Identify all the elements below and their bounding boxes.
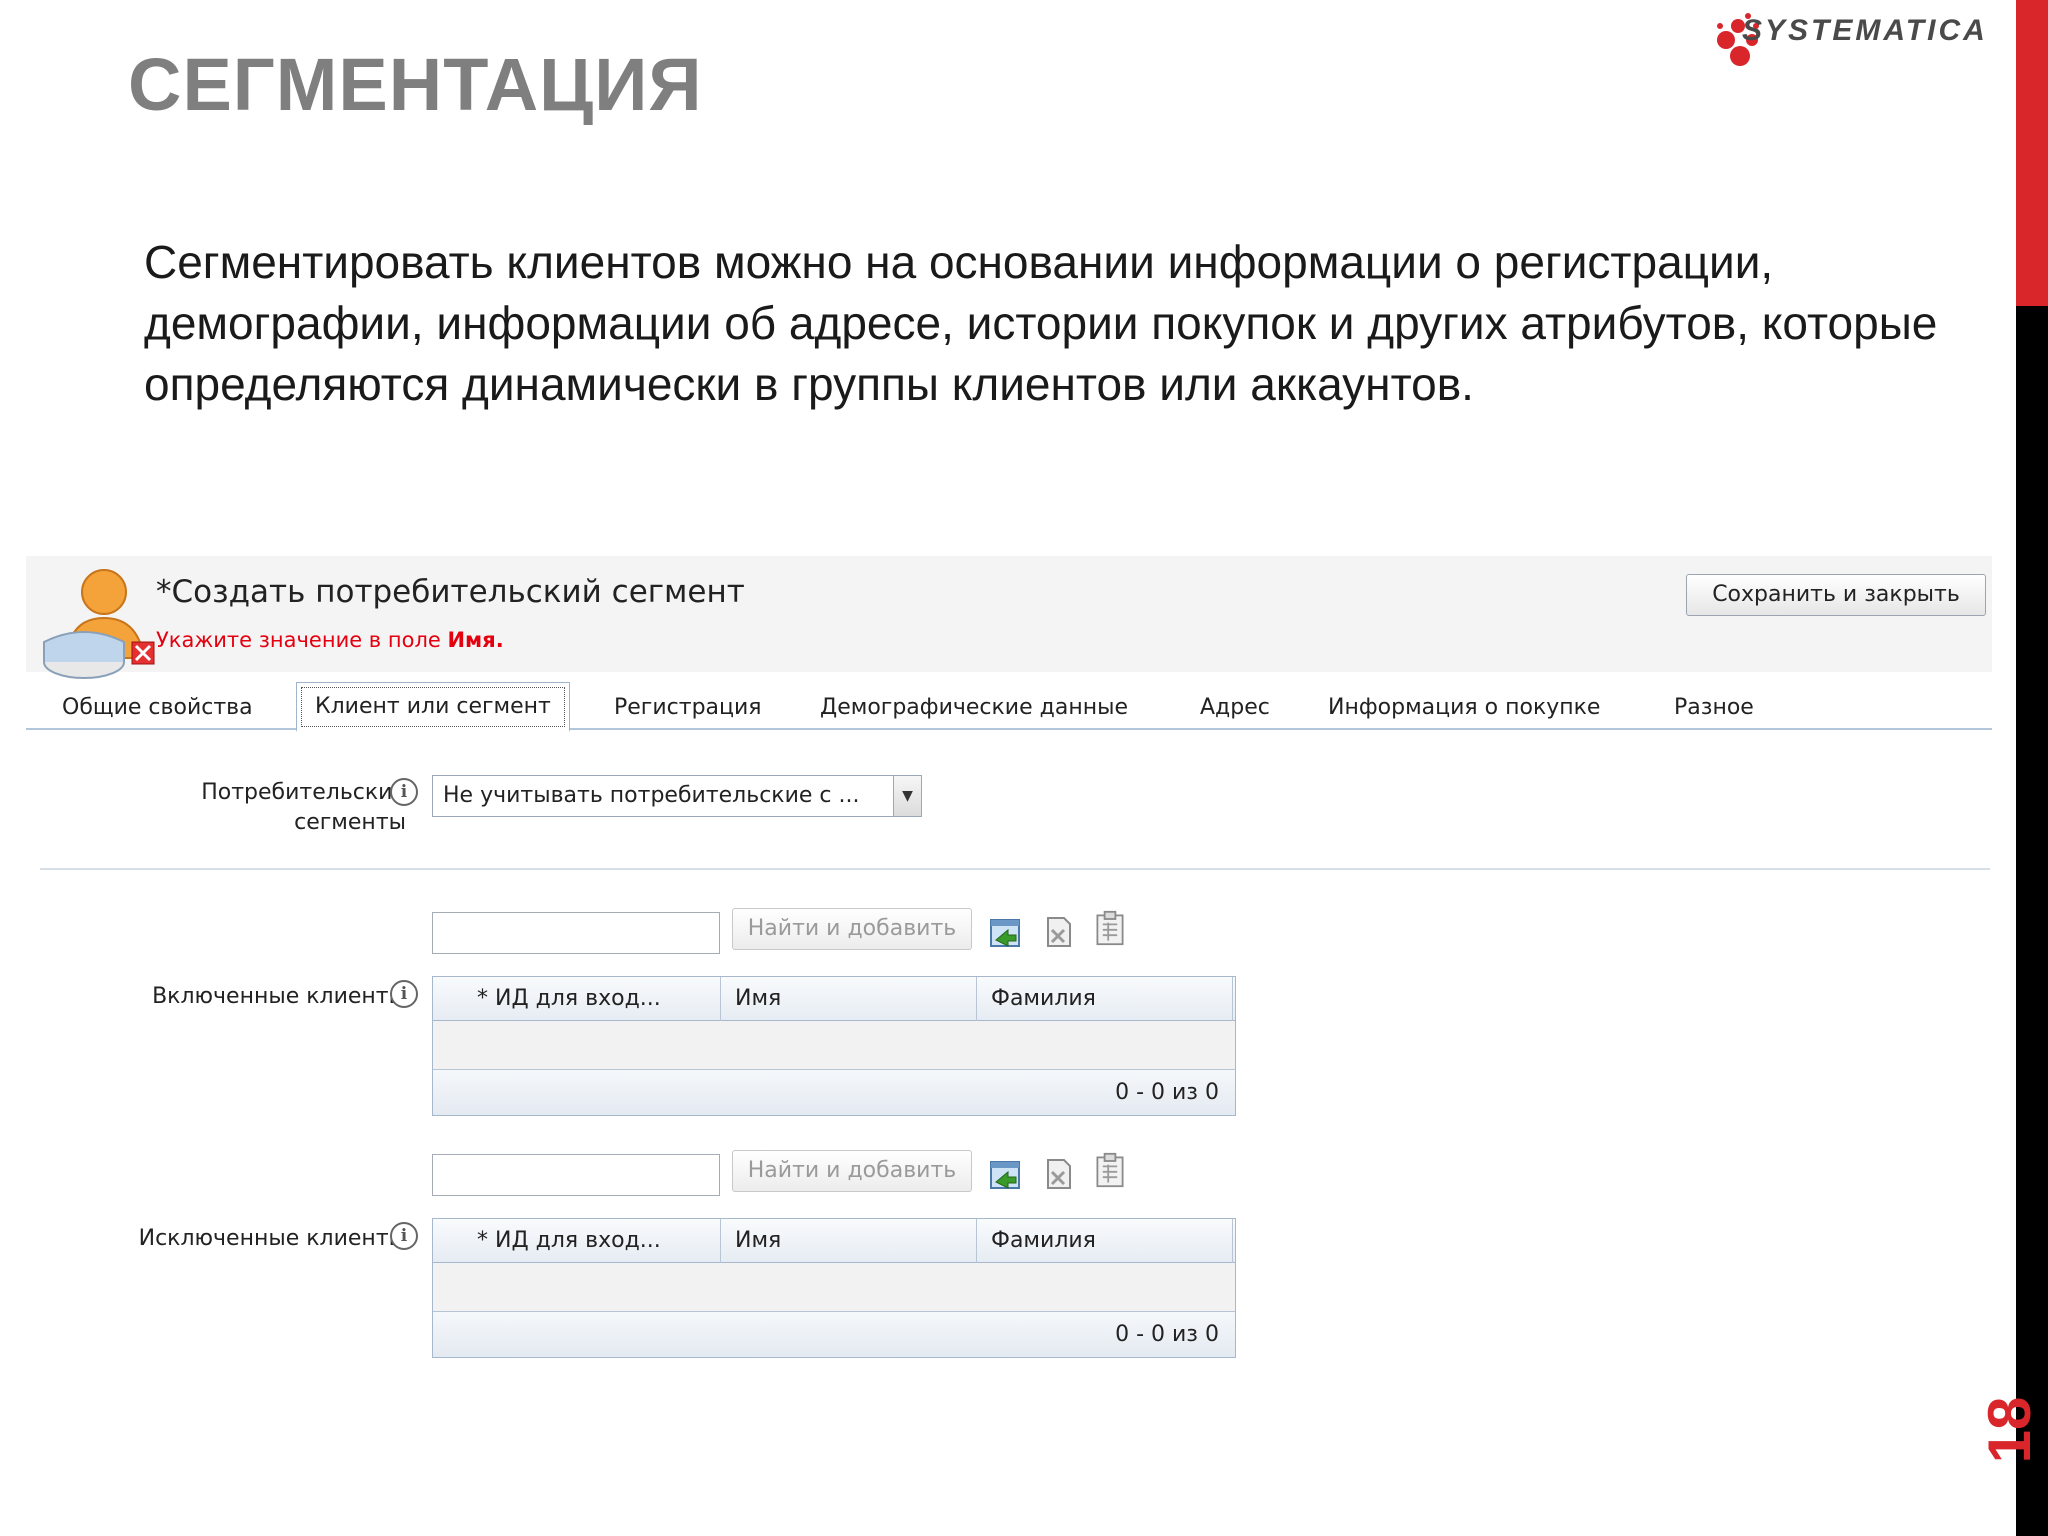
column-header-last-name[interactable]: Фамилия [977,977,1233,1021]
excluded-find-add-button[interactable]: Найти и добавить [732,1150,972,1192]
tab-customer-or-segment[interactable]: Клиент или сегмент [296,682,570,732]
select-value: Не учитывать потребительские с ... [443,783,860,808]
grid-footer: 0 - 0 из 0 [433,1069,1235,1115]
error-field-name: Имя. [447,628,504,652]
tab-registration[interactable]: Регистрация [614,686,762,730]
tab-misc[interactable]: Разное [1674,686,1754,730]
grid-header: * ИД для вход... Имя Фамилия [433,1219,1235,1263]
clipboard-icon[interactable] [1092,1152,1128,1188]
consumer-segments-select[interactable]: Не учитывать потребительские с ... ▼ [432,775,922,817]
tab-demographics[interactable]: Демографические данные [820,686,1128,730]
consumer-segment-icon [43,569,155,679]
consumer-segments-label: Потребительские сегменты [201,780,406,835]
included-search-input[interactable] [432,912,720,954]
validation-error: Укажите значение в поле Имя. [156,628,504,652]
included-customers-label: Включенные клиенты [152,984,406,1009]
tab-purchase-info[interactable]: Информация о покупке [1328,686,1600,730]
grid-footer: 0 - 0 из 0 [433,1311,1235,1357]
record-count: 0 - 0 из 0 [1115,1080,1219,1105]
remove-icon[interactable] [1040,1156,1076,1192]
column-header-first-name[interactable]: Имя [721,1219,977,1263]
column-header-login-id[interactable]: * ИД для вход... [433,1219,721,1263]
import-icon[interactable] [988,1156,1024,1192]
included-find-add-button[interactable]: Найти и добавить [732,908,972,950]
grid-header: * ИД для вход... Имя Фамилия [433,977,1235,1021]
column-header-login-id[interactable]: * ИД для вход... [433,977,721,1021]
included-customers-grid: * ИД для вход... Имя Фамилия 0 - 0 из 0 [432,976,1236,1116]
remove-icon[interactable] [1040,914,1076,950]
intro-text: Сегментировать клиентов можно на основан… [144,236,1938,410]
slide-title: СЕГМЕНТАЦИЯ [128,43,703,126]
excluded-search-input[interactable] [432,1154,720,1196]
excluded-customers-grid: * ИД для вход... Имя Фамилия 0 - 0 из 0 [432,1218,1236,1358]
segment-form: *Создать потребительский сегмент Укажите… [26,556,1992,1376]
column-header-first-name[interactable]: Имя [721,977,977,1021]
record-count: 0 - 0 из 0 [1115,1322,1219,1347]
tab-general[interactable]: Общие свойства [62,686,253,730]
column-header-last-name[interactable]: Фамилия [977,1219,1233,1263]
side-bar [2016,306,2048,1536]
chevron-down-icon[interactable]: ▼ [893,776,921,816]
excluded-customers-label: Исключенные клиенты [138,1226,406,1251]
info-icon[interactable]: i [390,980,418,1008]
clipboard-icon[interactable] [1092,910,1128,946]
section-divider [40,868,1990,870]
import-icon[interactable] [988,914,1024,950]
save-and-close-button[interactable]: Сохранить и закрыть [1686,574,1986,616]
form-title: *Создать потребительский сегмент [156,574,745,610]
page-number: 18 [1976,1396,2043,1464]
form-tabs: Общие свойства Клиент или сегмент Регист… [26,680,1992,732]
form-header: *Создать потребительский сегмент Укажите… [26,556,1992,679]
info-icon[interactable]: i [390,778,418,806]
info-icon[interactable]: i [390,1222,418,1250]
accent-bar [2016,0,2048,306]
logo-text: SYSTEMATICA [1742,14,1988,47]
tab-address[interactable]: Адрес [1200,686,1270,730]
